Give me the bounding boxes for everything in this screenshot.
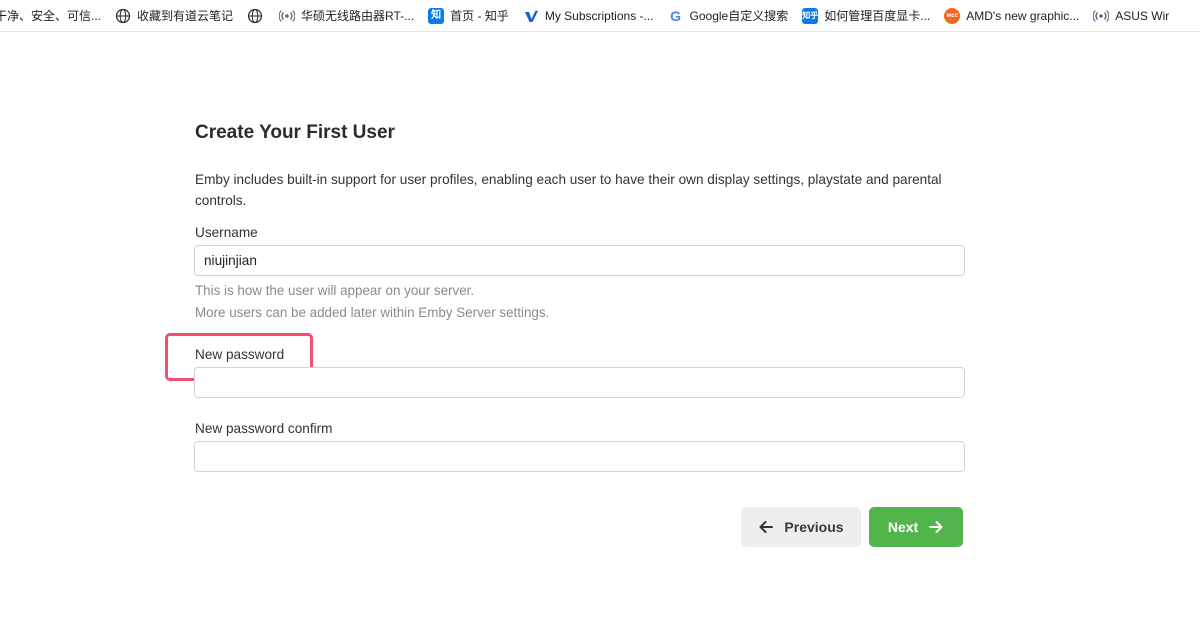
google-icon: G xyxy=(670,7,681,24)
arrow-right-icon xyxy=(928,519,944,535)
new-password-input[interactable] xyxy=(194,367,965,398)
bookmark-item[interactable]: 收藏到有道云笔记 xyxy=(108,0,240,31)
bookmarks-bar: 干净、安全、可信... 收藏到有道云笔记 华硕无线路由器RT-... 知 首页 … xyxy=(0,0,1200,32)
bookmark-label: 华硕无线路由器RT-... xyxy=(301,9,415,23)
bookmark-item[interactable]: 干净、安全、可信... xyxy=(0,0,108,31)
new-password-confirm-label: New password confirm xyxy=(195,421,333,436)
bookmark-item[interactable]: wcc AMD's new graphic... xyxy=(937,0,1086,31)
new-password-confirm-input[interactable] xyxy=(194,441,965,472)
bookmark-item[interactable]: 知 首页 - 知乎 xyxy=(421,0,516,31)
previous-button-label: Previous xyxy=(784,519,844,535)
wifi-icon xyxy=(279,8,296,24)
bookmark-label: 干净、安全、可信... xyxy=(0,9,102,23)
next-button[interactable]: Next xyxy=(869,507,963,547)
bookmark-label: AMD's new graphic... xyxy=(966,8,1080,23)
page-title: Create Your First User xyxy=(195,122,395,143)
bookmark-label: 收藏到有道云笔记 xyxy=(137,9,234,23)
bookmark-item[interactable] xyxy=(240,0,272,31)
bookmark-item[interactable]: 华硕无线路由器RT-... xyxy=(272,0,421,31)
vimeo-icon xyxy=(523,8,539,24)
username-help-text-more: More users can be added later within Emb… xyxy=(195,305,550,320)
bookmark-label: Google自定义搜索 xyxy=(689,9,789,23)
globe-icon xyxy=(115,8,131,24)
bookmark-label: My Subscriptions -... xyxy=(544,8,654,23)
wifi-icon xyxy=(1093,8,1110,24)
wccf-icon: wcc xyxy=(944,7,961,24)
globe-icon xyxy=(247,8,263,24)
bookmark-label: ASUS Wir xyxy=(1115,8,1170,23)
username-label: Username xyxy=(195,225,258,240)
previous-button[interactable]: Previous xyxy=(741,507,861,547)
bookmark-item[interactable]: ASUS Wir xyxy=(1086,0,1176,31)
zhihu-icon: 知乎 xyxy=(802,7,819,24)
bookmark-item[interactable]: My Subscriptions -... xyxy=(516,0,661,31)
next-button-label: Next xyxy=(887,519,919,535)
bookmark-item[interactable]: 知乎 如何管理百度显卡... xyxy=(795,0,937,31)
zhihu-icon: 知 xyxy=(428,7,445,24)
intro-text: Emby includes built-in support for user … xyxy=(195,172,942,208)
bookmark-label: 首页 - 知乎 xyxy=(450,9,509,23)
username-input[interactable] xyxy=(194,245,965,276)
bookmark-item[interactable]: G Google自定义搜索 xyxy=(661,0,796,31)
bookmark-label: 如何管理百度显卡... xyxy=(824,9,931,23)
arrow-left-icon xyxy=(758,519,774,535)
username-help-text: This is how the user will appear on your… xyxy=(195,283,475,298)
